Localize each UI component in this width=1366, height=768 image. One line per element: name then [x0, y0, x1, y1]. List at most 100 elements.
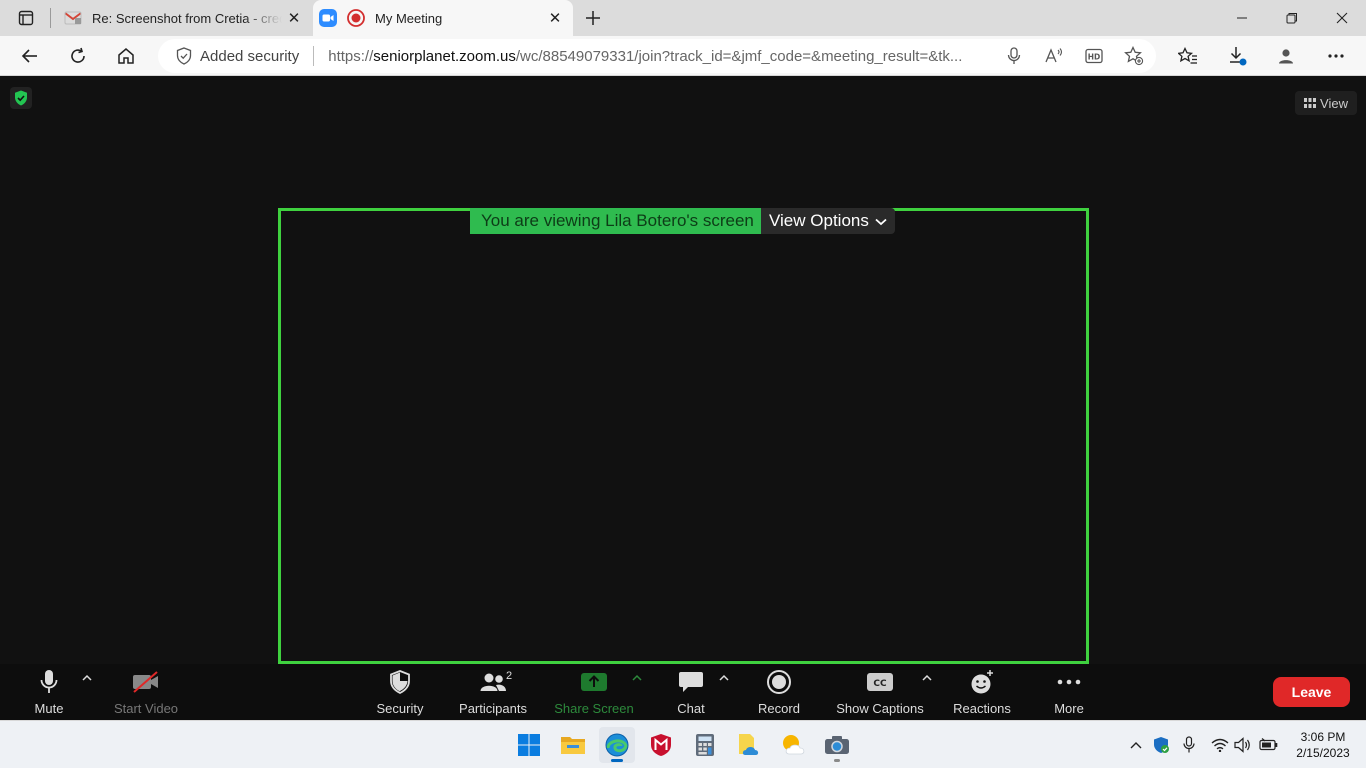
mcafee-app[interactable] [643, 727, 679, 763]
start-video-button[interactable]: Start Video [110, 664, 182, 720]
profile-button[interactable] [1271, 41, 1301, 71]
home-button[interactable] [111, 41, 141, 71]
shared-screen-frame [278, 208, 1089, 664]
reactions-button[interactable]: Reactions [949, 664, 1015, 720]
clock-date: 2/15/2023 [1296, 746, 1350, 760]
new-tab-button[interactable] [580, 5, 606, 31]
downloads-button[interactable] [1222, 41, 1252, 71]
microphone-tray-icon[interactable] [1179, 735, 1199, 755]
wifi-icon[interactable] [1210, 735, 1230, 755]
tab-actions-button[interactable] [8, 6, 44, 30]
browser-toolbar: Added security https://seniorplanet.zoom… [0, 36, 1366, 76]
chat-label: Chat [677, 701, 705, 716]
shield-check-icon [176, 47, 192, 65]
camera-app[interactable] [819, 727, 855, 763]
url-path: /wc/88549079331/join?track_id=&jmf_code=… [515, 47, 963, 65]
file-explorer-app[interactable] [555, 727, 591, 763]
mute-label: Mute [34, 701, 64, 716]
share-options-caret[interactable] [632, 672, 642, 684]
security-label: Security [376, 701, 424, 716]
security-label: Added security [200, 47, 300, 65]
url-host: seniorplanet.zoom.us [373, 47, 516, 65]
view-options-dropdown[interactable]: View Options [761, 208, 895, 234]
participants-button[interactable]: Participants [453, 664, 533, 720]
mute-button[interactable]: Mute [29, 664, 69, 720]
view-layout-button[interactable]: View [1295, 91, 1357, 115]
back-button[interactable] [15, 41, 45, 71]
chat-options-caret[interactable] [719, 672, 729, 684]
tab-my-meeting[interactable]: My Meeting ✕ [313, 0, 573, 36]
record-button[interactable]: Record [753, 664, 805, 720]
security-button[interactable]: Security [370, 664, 430, 720]
minimize-icon [1237, 17, 1247, 19]
close-window-button[interactable] [1317, 0, 1366, 36]
tab-separator [50, 8, 51, 28]
show-captions-button[interactable]: CC Show Captions [833, 664, 927, 720]
gmail-icon [64, 9, 82, 27]
clock-time: 3:06 PM [1300, 730, 1346, 744]
tab-gmail[interactable]: Re: Screenshot from Cretia - cred ✕ [58, 0, 312, 36]
more-label: More [1054, 701, 1084, 716]
site-security-indicator[interactable]: Added security [176, 47, 299, 65]
record-icon [766, 666, 792, 698]
chat-button[interactable]: Chat [671, 664, 711, 720]
microphone-icon [40, 666, 58, 698]
folder-icon [561, 737, 585, 754]
camera-icon [825, 736, 849, 754]
minimize-button[interactable] [1217, 0, 1267, 36]
taskbar-clock[interactable]: 3:06 PM 2/15/2023 [1290, 729, 1356, 761]
favorites-button[interactable] [1173, 41, 1203, 71]
svg-text:HD: HD [1088, 53, 1101, 62]
encryption-shield-icon[interactable] [10, 87, 32, 109]
restore-button[interactable] [1267, 0, 1317, 36]
shield-icon [389, 666, 411, 698]
close-icon [1336, 12, 1348, 24]
weather-app[interactable] [775, 727, 811, 763]
calculator-icon [696, 734, 714, 756]
leave-meeting-button[interactable]: Leave [1273, 677, 1350, 707]
audio-options-caret[interactable] [82, 672, 92, 684]
view-options-label: View Options [769, 211, 869, 230]
refresh-button[interactable] [63, 41, 93, 71]
participants-count: 2 [506, 670, 513, 682]
captions-options-caret[interactable] [922, 672, 932, 684]
meeting-controls-bar: Mute Start Video Security Participants 2… [0, 664, 1366, 720]
profile-icon [1279, 49, 1293, 64]
active-app-indicator [611, 759, 623, 762]
url-text[interactable]: https://seniorplanet.zoom.us/wc/88549079… [328, 48, 988, 65]
more-dots-icon [1056, 666, 1082, 698]
closed-captions-icon: CC [866, 666, 894, 698]
add-favorite-icon[interactable] [1122, 44, 1146, 68]
edge-browser-icon [605, 733, 629, 757]
address-divider [313, 46, 315, 66]
address-bar[interactable]: Added security https://seniorplanet.zoom… [158, 39, 1156, 73]
refresh-icon [71, 47, 85, 63]
hd-video-icon[interactable]: HD [1082, 44, 1106, 68]
participants-label: Participants [459, 701, 527, 716]
settings-more-button[interactable] [1321, 41, 1351, 71]
document-cloud-icon [739, 734, 759, 755]
read-aloud-icon[interactable] [1042, 44, 1066, 68]
share-screen-button[interactable]: Share Screen [552, 664, 636, 720]
grid-view-icon [1304, 98, 1317, 108]
calculator-app[interactable] [687, 727, 723, 763]
tab-title: Re: Screenshot from Cretia - cred [92, 10, 282, 26]
windows-security-icon[interactable] [1151, 735, 1171, 755]
viewing-screen-banner: You are viewing Lila Botero's screen [470, 208, 765, 234]
emoji-reaction-icon [969, 666, 995, 698]
tab-title: My Meeting [375, 10, 443, 26]
photos-app[interactable] [731, 727, 767, 763]
video-off-icon [131, 666, 161, 698]
voice-search-icon[interactable] [1002, 44, 1026, 68]
show-hidden-icons-chevron[interactable] [1126, 735, 1146, 755]
edge-app[interactable] [599, 727, 635, 763]
show-captions-label: Show Captions [836, 701, 924, 716]
more-button[interactable]: More [1049, 664, 1089, 720]
favorites-icon [1178, 47, 1197, 64]
battery-charging-icon[interactable] [1259, 735, 1279, 755]
close-tab-icon[interactable]: ✕ [543, 6, 567, 30]
start-button[interactable] [511, 727, 547, 763]
volume-icon[interactable] [1233, 735, 1253, 755]
tab-actions-icon [18, 10, 34, 26]
close-tab-icon[interactable]: ✕ [282, 6, 306, 30]
